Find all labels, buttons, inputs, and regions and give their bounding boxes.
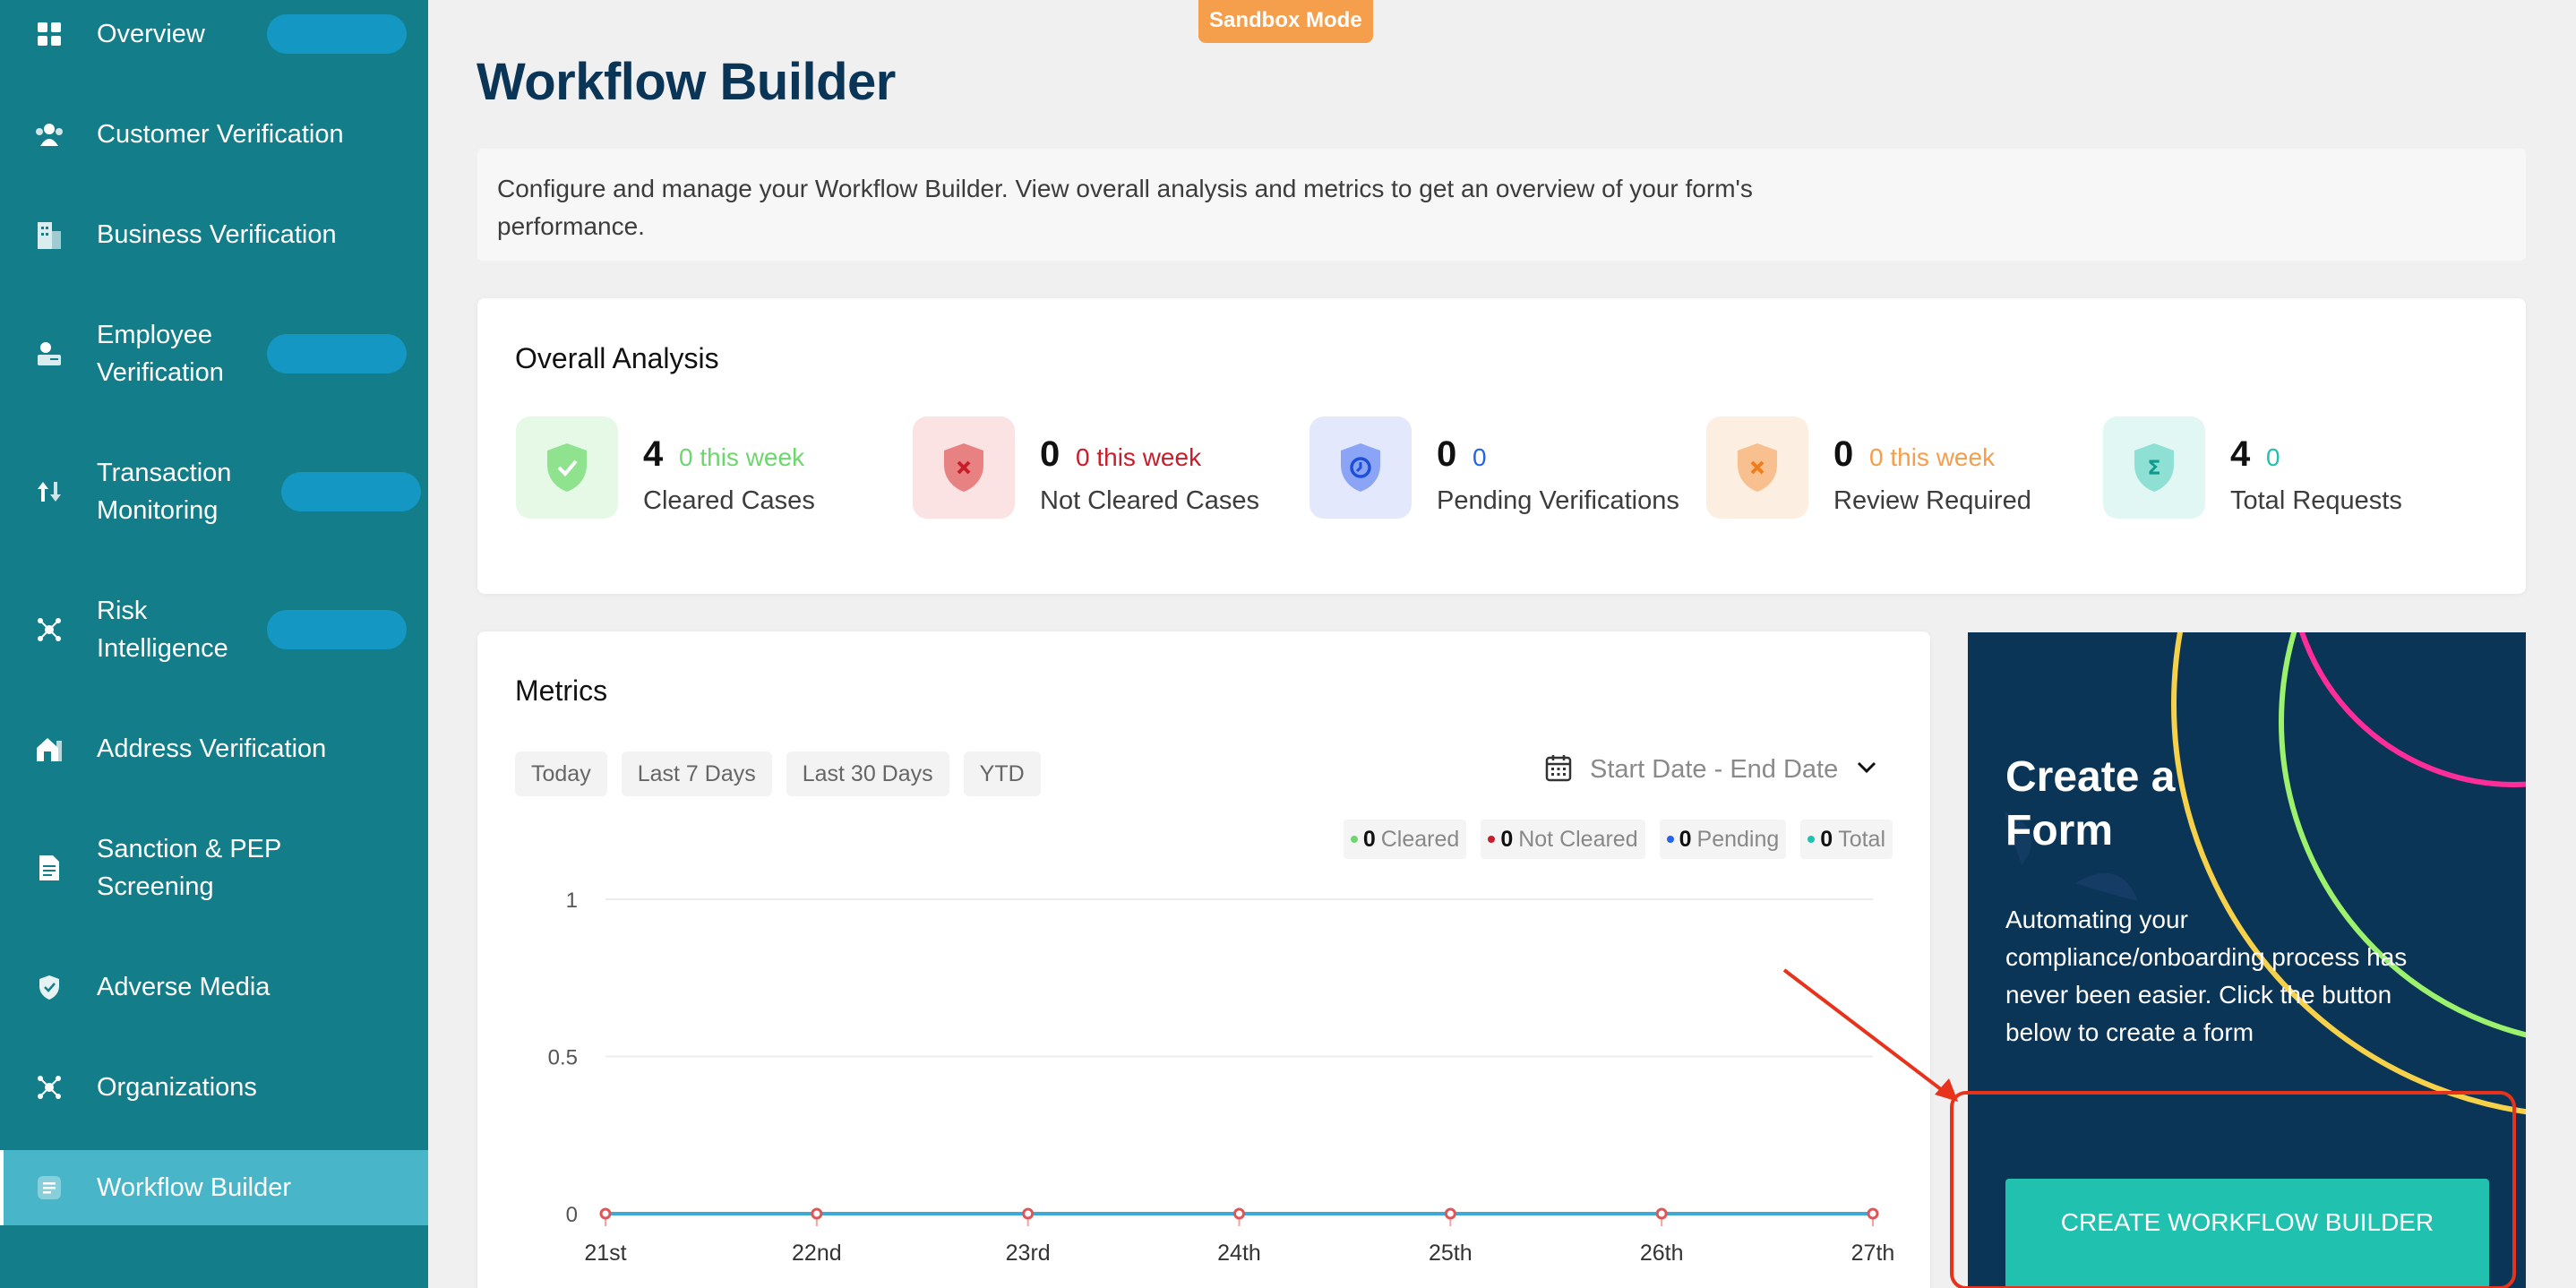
stat-week: 0 bbox=[1473, 443, 1487, 471]
id-card-icon bbox=[34, 339, 64, 369]
sandbox-mode-badge: Sandbox Mode bbox=[1198, 0, 1373, 43]
transfer-icon bbox=[34, 477, 64, 507]
metrics-card: Metrics Today Last 7 Days Last 30 Days Y… bbox=[477, 631, 1930, 1288]
stat-value: 4 bbox=[643, 434, 664, 474]
data-point bbox=[1022, 1207, 1035, 1220]
stat-label: Review Required bbox=[1833, 486, 2031, 515]
data-point bbox=[1233, 1207, 1245, 1220]
stat-label: Pending Verifications bbox=[1437, 486, 1679, 515]
stat-value: 0 bbox=[1833, 434, 1854, 474]
shield-x-icon bbox=[913, 416, 1015, 519]
stat-week: 0 bbox=[2266, 443, 2280, 471]
shield-check-icon bbox=[34, 972, 64, 1002]
sidebar-item-label: Transaction Monitoring bbox=[97, 459, 232, 525]
stat-total-requests: Σ 4 0 Total Requests bbox=[2103, 416, 2461, 520]
x-tick-label: 23rd bbox=[1006, 1241, 1051, 1266]
sidebar-item-label: Overview bbox=[97, 20, 205, 48]
sidebar-item-risk-intelligence[interactable]: Risk Intelligence bbox=[0, 591, 428, 668]
metrics-line-chart: 0 0.5 1 21st 22nd 23rd 24th 25th 26th 27th bbox=[548, 889, 1895, 1266]
y-tick-label: 0.5 bbox=[548, 1046, 578, 1070]
create-form-description: Automating your compliance/onboarding pr… bbox=[2005, 906, 2408, 1046]
create-form-panel: Create a Form Automating your compliance… bbox=[1968, 632, 2526, 1288]
stat-value: 4 bbox=[2230, 434, 2251, 474]
sidebar-item-employee-verification[interactable]: Employee Verification bbox=[0, 315, 428, 392]
building-icon bbox=[34, 219, 64, 250]
x-tick-label: 21st bbox=[584, 1241, 626, 1266]
stat-review-required: 0 0 this week Review Required bbox=[1706, 416, 2065, 520]
sidebar-item-adverse-media[interactable]: Adverse Media bbox=[0, 967, 428, 1007]
sidebar: Overview Customer Verification Business … bbox=[0, 0, 428, 1288]
svg-text:Σ: Σ bbox=[2147, 458, 2160, 480]
shield-sigma-icon: Σ bbox=[2103, 416, 2205, 519]
x-tick-label: 22nd bbox=[792, 1241, 842, 1266]
sidebar-item-label: Sanction & PEP Screening bbox=[97, 835, 281, 901]
stat-label: Total Requests bbox=[2230, 486, 2402, 515]
sidebar-item-transaction-monitoring[interactable]: Transaction Monitoring bbox=[0, 453, 428, 530]
page-description-box: Configure and manage your Workflow Build… bbox=[477, 149, 2526, 261]
overall-analysis-card: Overall Analysis 4 0 this week Cleared C… bbox=[477, 298, 2526, 594]
document-icon bbox=[34, 853, 64, 883]
stat-label: Not Cleared Cases bbox=[1040, 486, 1259, 515]
data-point bbox=[1655, 1207, 1668, 1220]
data-point bbox=[811, 1207, 823, 1220]
sidebar-item-label: Risk Intelligence bbox=[97, 597, 228, 663]
shield-check-icon bbox=[516, 416, 618, 519]
create-workflow-builder-button[interactable]: CREATE WORKFLOW BUILDER bbox=[2005, 1179, 2489, 1288]
create-form-title: Create a Form bbox=[2005, 753, 2176, 854]
y-tick-label: 0 bbox=[566, 1203, 578, 1227]
sidebar-item-address-verification[interactable]: Address Verification bbox=[0, 729, 428, 769]
sidebar-item-label: Customer Verification bbox=[97, 120, 344, 149]
sidebar-item-label: Business Verification bbox=[97, 220, 337, 249]
stat-week: 0 this week bbox=[1869, 443, 1996, 471]
sidebar-item-label: Organizations bbox=[97, 1073, 257, 1102]
shield-clock-icon bbox=[1309, 416, 1412, 519]
data-point bbox=[1867, 1207, 1879, 1220]
stat-value: 0 bbox=[1040, 434, 1060, 474]
y-tick-label: 1 bbox=[566, 889, 578, 913]
sidebar-item-customer-verification[interactable]: Customer Verification bbox=[0, 115, 428, 154]
x-tick-label: 27th bbox=[1851, 1241, 1895, 1266]
sidebar-item-label: Workflow Builder bbox=[97, 1173, 292, 1202]
stat-week: 0 this week bbox=[1076, 443, 1202, 471]
sidebar-item-label: Employee Verification bbox=[97, 321, 224, 387]
sidebar-item-organizations[interactable]: Organizations bbox=[0, 1068, 428, 1107]
sidebar-item-label: Address Verification bbox=[97, 734, 327, 763]
status-pill bbox=[267, 610, 407, 649]
sidebar-item-business-verification[interactable]: Business Verification bbox=[0, 215, 428, 254]
stat-pending-verifications: 0 0 Pending Verifications bbox=[1309, 416, 1686, 520]
stat-value: 0 bbox=[1437, 434, 1457, 474]
stat-label: Cleared Cases bbox=[643, 486, 815, 515]
grid-icon bbox=[34, 19, 64, 49]
page-description: Configure and manage your Workflow Build… bbox=[497, 175, 1753, 240]
stat-week: 0 this week bbox=[679, 443, 805, 471]
x-tick-label: 25th bbox=[1429, 1241, 1473, 1266]
sidebar-item-sanction-pep-screening[interactable]: Sanction & PEP Screening bbox=[0, 829, 428, 906]
stat-not-cleared-cases: 0 0 this week Not Cleared Cases bbox=[913, 416, 1271, 520]
x-tick-label: 24th bbox=[1217, 1241, 1261, 1266]
x-tick-label: 26th bbox=[1640, 1241, 1684, 1266]
annotation-arrow-head bbox=[1935, 1078, 1958, 1102]
house-icon bbox=[34, 734, 64, 764]
shield-x-icon bbox=[1706, 416, 1808, 519]
network-icon bbox=[34, 1072, 64, 1103]
status-pill bbox=[267, 334, 407, 374]
page-title: Workflow Builder bbox=[477, 53, 896, 111]
analysis-title: Overall Analysis bbox=[515, 342, 719, 374]
sidebar-item-workflow-builder[interactable]: Workflow Builder bbox=[0, 1150, 428, 1225]
network-icon bbox=[34, 614, 64, 645]
data-point bbox=[1444, 1207, 1456, 1220]
status-pill bbox=[281, 472, 421, 511]
status-pill bbox=[267, 14, 407, 54]
sidebar-item-overview[interactable]: Overview bbox=[0, 14, 428, 54]
stat-cleared-cases: 4 0 this week Cleared Cases bbox=[516, 416, 874, 520]
sidebar-item-label: Adverse Media bbox=[97, 973, 270, 1001]
users-icon bbox=[34, 119, 64, 150]
form-icon bbox=[34, 1172, 64, 1203]
data-point bbox=[599, 1207, 612, 1220]
